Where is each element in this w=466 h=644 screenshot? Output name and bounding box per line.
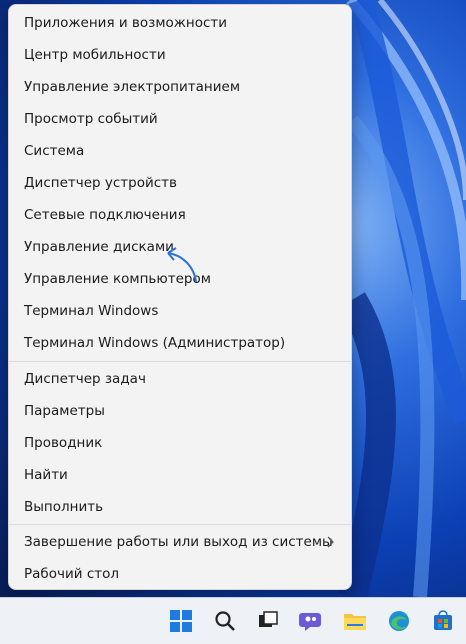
- context-menu: Приложения и возможности Центр мобильнос…: [8, 4, 352, 590]
- menu-item-label: Проводник: [24, 435, 103, 451]
- menu-separator: [9, 361, 351, 362]
- taskbar: [0, 597, 466, 644]
- menu-item-network-connections[interactable]: Сетевые подключения: [9, 199, 351, 231]
- menu-item-label: Диспетчер задач: [24, 371, 146, 387]
- windows-start-icon[interactable]: [166, 606, 196, 636]
- task-view-icon[interactable]: [252, 606, 282, 636]
- menu-item-label: Параметры: [24, 403, 105, 419]
- menu-item-label: Сетевые подключения: [24, 207, 186, 223]
- menu-item-label: Приложения и возможности: [24, 15, 228, 31]
- menu-item-label: Терминал Windows (Администратор): [24, 335, 286, 351]
- menu-item-desktop[interactable]: Рабочий стол: [9, 558, 351, 590]
- menu-item-event-viewer[interactable]: Просмотр событий: [9, 103, 351, 135]
- menu-item-search[interactable]: Найти: [9, 459, 351, 491]
- menu-item-label: Рабочий стол: [24, 566, 119, 582]
- menu-item-task-manager[interactable]: Диспетчер задач: [9, 363, 351, 395]
- menu-item-device-manager[interactable]: Диспетчер устройств: [9, 167, 351, 199]
- menu-item-label: Система: [24, 143, 85, 159]
- menu-item-label: Управление дисками: [24, 239, 174, 255]
- menu-item-label: Управление электропитанием: [24, 79, 240, 95]
- menu-item-label: Просмотр событий: [24, 111, 158, 127]
- menu-separator: [9, 524, 351, 525]
- menu-item-label: Терминал Windows: [24, 303, 159, 319]
- menu-item-apps-features[interactable]: Приложения и возможности: [9, 7, 351, 39]
- menu-item-mobility-center[interactable]: Центр мобильности: [9, 39, 351, 71]
- menu-item-windows-terminal-admin[interactable]: Терминал Windows (Администратор): [9, 327, 351, 359]
- edge-icon[interactable]: [384, 606, 414, 636]
- menu-item-windows-terminal[interactable]: Терминал Windows: [9, 295, 351, 327]
- menu-item-label: Центр мобильности: [24, 47, 166, 63]
- menu-item-label: Найти: [24, 467, 68, 483]
- chevron-right-icon: [327, 536, 334, 548]
- menu-item-label: Выполнить: [24, 499, 104, 515]
- menu-item-file-explorer[interactable]: Проводник: [9, 427, 351, 459]
- store-icon[interactable]: [428, 606, 458, 636]
- menu-item-system[interactable]: Система: [9, 135, 351, 167]
- menu-item-label: Завершение работы или выход из системы: [24, 534, 333, 550]
- search-icon[interactable]: [210, 606, 240, 636]
- menu-item-power-options[interactable]: Управление электропитанием: [9, 71, 351, 103]
- menu-item-shutdown-signout[interactable]: Завершение работы или выход из системы: [9, 526, 351, 558]
- menu-item-label: Диспетчер устройств: [24, 175, 178, 191]
- menu-item-run[interactable]: Выполнить: [9, 491, 351, 523]
- pointer-arrow-icon: [167, 247, 197, 283]
- chat-icon[interactable]: [296, 606, 326, 636]
- menu-item-settings[interactable]: Параметры: [9, 395, 351, 427]
- file-explorer-icon[interactable]: [340, 606, 370, 636]
